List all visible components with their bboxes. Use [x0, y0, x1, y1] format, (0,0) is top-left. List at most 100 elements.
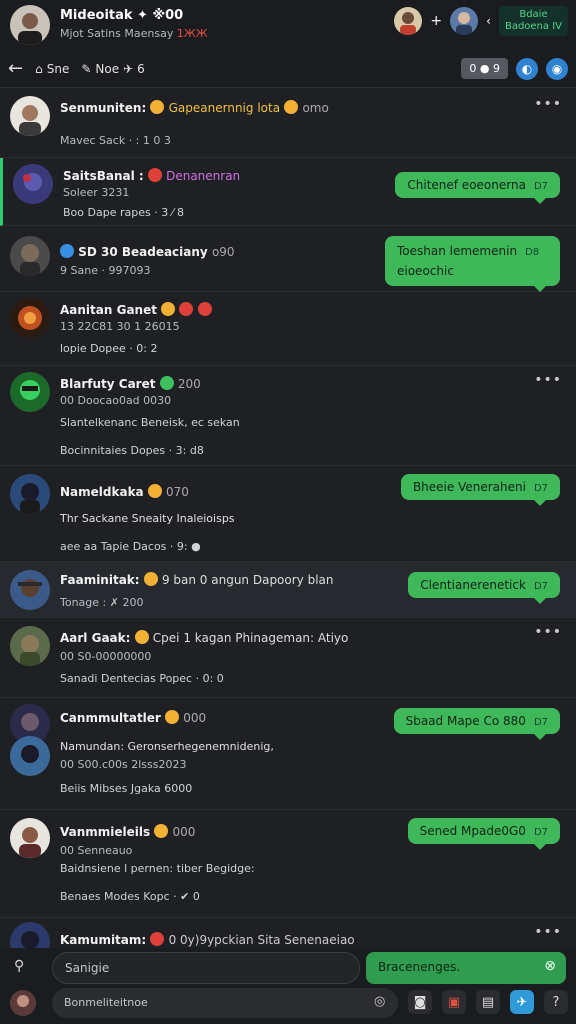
- chat-subtitle: Mjot Satins Maensay 1ЖЖ: [60, 27, 208, 40]
- reaction-line: Sanadi Dentecias Popec · 0: 0: [60, 672, 224, 685]
- reaction-line: Slantelkenanc Beneisk, ec sekan: [60, 416, 240, 429]
- meta-line: Tonage : ✗ 200: [60, 596, 144, 609]
- avatar: [10, 474, 50, 514]
- message-bubble[interactable]: Clentianerenetick D7: [408, 572, 560, 604]
- message-bubble[interactable]: Toeshan lememenin D8 eioeochic: [385, 236, 560, 292]
- home-icon: ⌂: [35, 61, 43, 76]
- list-item[interactable]: Aanitan Ganet 13 22C81 30 1 26015 lopie …: [0, 292, 576, 366]
- meta-line: Soleer 3231: [63, 186, 130, 199]
- reaction-line: lopie Dopee · 0: 2: [60, 342, 158, 355]
- file-icon[interactable]: ▤: [476, 990, 500, 1014]
- avatar: [10, 818, 50, 858]
- sender-name: Vanmmieleils: [60, 825, 151, 839]
- self-avatar[interactable]: [10, 990, 36, 1016]
- message-preview: Thr Sackane Sneaity Inaleioisps: [60, 512, 235, 525]
- avatar: [10, 298, 50, 338]
- meta-line: 00 Doocao0ad 0030: [60, 394, 172, 407]
- message-preview: Denanenran: [166, 169, 241, 183]
- notes-button[interactable]: ✎ Noe ✈ 6: [81, 62, 144, 76]
- message-preview: Cpei 1 kagan Phinageman: Atiyo: [152, 631, 349, 645]
- emoji-icon[interactable]: ◎: [374, 994, 385, 1009]
- avatar: [13, 164, 53, 204]
- list-item[interactable]: Senmuniten: Gapeanernnig lota omo Mavec …: [0, 90, 576, 158]
- toolbar: ← ⌂ Sne ✎ Noe ✈ 6 0 ● 9 ◐ ◉: [0, 50, 576, 88]
- close-icon[interactable]: ⊗: [544, 958, 556, 974]
- reaction-line: Bocinnitaies Dopes · 3: d8: [60, 444, 204, 457]
- sender-name: Blarfuty Caret: [60, 377, 156, 391]
- more-icon[interactable]: •••: [534, 96, 562, 112]
- sender-name: Aarl Gaak:: [60, 631, 131, 645]
- sender-name: Nameldkaka: [60, 485, 144, 499]
- avatar: [10, 372, 50, 412]
- compose-input[interactable]: Sanigie: [52, 952, 360, 984]
- reaction-line: Beiis Mibses Jgaka 6000: [60, 782, 193, 795]
- meta-line: 00 S00.c00s 2lsss2023: [60, 758, 187, 771]
- message-list[interactable]: Senmuniten: Gapeanernnig lota omo Mavec …: [0, 90, 576, 948]
- camera-icon[interactable]: ◙: [408, 990, 432, 1014]
- message-preview: Gapeanernnig lota: [168, 101, 281, 115]
- list-item[interactable]: Nameldkaka 070 Thr Sackane Sneaity Inale…: [0, 466, 576, 562]
- reaction-line: Boo Dape rapes · 3 ⁄ 8: [63, 206, 185, 219]
- list-item[interactable]: Faaminitak: 9 ban 0 angun Dapoory blan T…: [0, 562, 576, 618]
- avatar: [10, 922, 50, 948]
- message-bubble[interactable]: Chitenef eoeonerna D7: [395, 172, 560, 204]
- sender-name: Kamumitam:: [60, 933, 147, 947]
- send-button[interactable]: Bracenenges. ⊗: [366, 952, 566, 984]
- meta-line: 00 S0-00000000: [60, 650, 152, 663]
- share-icon[interactable]: ✈: [510, 990, 534, 1014]
- contact-avatar[interactable]: [394, 7, 423, 35]
- more-icon[interactable]: •••: [534, 624, 562, 640]
- user-avatar[interactable]: [10, 5, 50, 45]
- sender-name: Senmuniten:: [60, 101, 147, 115]
- reaction-line: aee aa Tapie Dacos · 9: ●: [60, 540, 201, 553]
- chevron-left-icon[interactable]: ‹: [486, 14, 491, 28]
- status-pill[interactable]: 0 ● 9: [461, 58, 508, 79]
- message-bubble[interactable]: Bheeie Veneraheni D7: [400, 474, 560, 506]
- top-bar: Mideoitak ✦ ※00 Mjot Satins Maensay 1ЖЖ …: [0, 0, 576, 50]
- list-item[interactable]: Canmmultatler 000 Namundan: Geronserhege…: [0, 698, 576, 810]
- pin-icon: ✈: [123, 61, 134, 76]
- reaction-line: Baidnsiene l pernen: tiber Begidge:: [60, 862, 255, 875]
- message-preview: Namundan: Geronserhegenemnidenig,: [60, 740, 274, 753]
- avatar-secondary: [10, 736, 50, 776]
- avatar: [10, 96, 50, 136]
- avatar: [10, 236, 50, 276]
- help-icon[interactable]: ?: [544, 990, 568, 1014]
- sender-name: Canmmultatler: [60, 711, 161, 725]
- list-item[interactable]: Blarfuty Caret 200 00 Doocao0ad 0030 Sla…: [0, 366, 576, 466]
- avatar: [10, 570, 50, 610]
- list-item[interactable]: Kamumitam: 0 0y)9ypckian Sita Senenaeiao…: [0, 918, 576, 948]
- list-item[interactable]: SD 30 Beadeaciany o90 9 Sane · 997093 To…: [0, 226, 576, 292]
- sender-name: SD 30 Beadeaciany: [78, 245, 208, 259]
- more-icon[interactable]: •••: [534, 372, 562, 388]
- bottom-bar: ⚲ Sanigie Bracenenges. ⊗ Bonmeliteitnoe ◎…: [0, 948, 576, 1024]
- add-icon[interactable]: +: [430, 13, 442, 29]
- message-bubble[interactable]: Sened Mpade0G0 D7: [407, 818, 560, 850]
- sender-name: Aanitan Ganet: [60, 303, 157, 317]
- top-right-group: + ‹ Bdaie Badoena IV: [394, 6, 568, 36]
- more-icon[interactable]: •••: [534, 924, 562, 940]
- sender-name: Faaminitak:: [60, 573, 140, 587]
- chat-icon: ✎: [81, 61, 92, 76]
- message-bubble[interactable]: Sbaad Mape Co 880 D7: [393, 708, 560, 740]
- list-item[interactable]: Aarl Gaak: Cpei 1 kagan Phinageman: Atiy…: [0, 618, 576, 698]
- back-button[interactable]: ←: [8, 58, 23, 79]
- meta-line: 9 Sane · 997093: [60, 264, 151, 277]
- contact-avatar-2[interactable]: [450, 7, 479, 35]
- status-chip[interactable]: Bdaie Badoena IV: [498, 6, 568, 36]
- meta-line: Mavec Sack · : 1 0 3: [60, 134, 171, 147]
- list-item[interactable]: SaitsBanal : Denanenran Soleer 3231 Boo …: [0, 158, 576, 226]
- list-item[interactable]: Vanmmieleils 000 00 Senneauo Baidnsiene …: [0, 810, 576, 918]
- search-input[interactable]: Bonmeliteitnoe: [52, 988, 398, 1018]
- sender-name: SaitsBanal :: [63, 169, 144, 183]
- reaction-line: Benaes Modes Kopc · ✔ 0: [60, 890, 200, 903]
- gallery-icon[interactable]: ▣: [442, 990, 466, 1014]
- home-button[interactable]: ⌂ Sne: [35, 62, 69, 76]
- meta-line: 13 22C81 30 1 26015: [60, 320, 180, 333]
- message-preview: 0 0y)9ypckian Sita Senenaeiao: [168, 933, 355, 947]
- globe-icon[interactable]: ◐: [516, 57, 538, 80]
- info-icon[interactable]: ◉: [546, 57, 568, 80]
- meta-line: 00 Senneauo: [60, 844, 133, 857]
- message-preview: 9 ban 0 angun Dapoory blan: [161, 573, 334, 587]
- attach-icon[interactable]: ⚲: [14, 958, 24, 974]
